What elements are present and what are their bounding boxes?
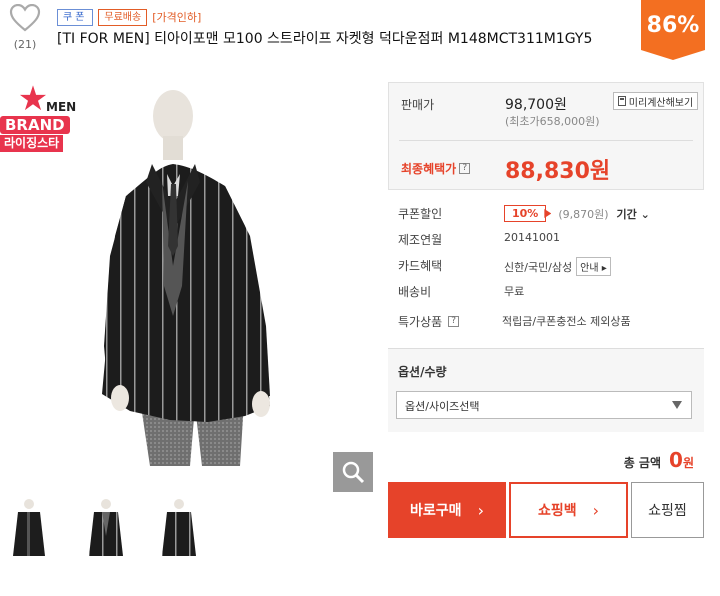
calculator-icon <box>617 96 626 106</box>
card-benefit-row: 카드혜택 신한/국민/삼성 안내 ▸ <box>388 254 704 276</box>
shipping-value: 무료 <box>504 285 525 298</box>
wish-count: (21) <box>13 38 37 51</box>
final-price-label: 최종혜택가 <box>401 162 457 176</box>
coupon-rate: 10% <box>504 205 547 222</box>
thumbnail-3[interactable] <box>155 496 205 566</box>
original-price: (최초가658,000원) <box>505 115 600 128</box>
wishlist-toggle[interactable]: (21) <box>6 4 44 51</box>
total-amount: 총 금액 0원 <box>388 448 694 472</box>
purchase-buttons: 바로구매 › 쇼핑백 › 쇼핑찜 <box>388 482 704 538</box>
divider <box>399 140 693 141</box>
wishlist-label: 쇼핑찜 <box>648 503 687 519</box>
coupon-label: 쿠폰할인 <box>398 207 443 221</box>
sale-price-label: 판매가 <box>401 98 435 112</box>
brand-logo-text: MEN <box>46 100 77 114</box>
option-box: 옵션/수량 옵션/사이즈선택 <box>388 348 704 432</box>
product-info-panel: 판매가 98,700원 (최초가658,000원) 미리계산해보기 최종혜택가 … <box>388 82 704 538</box>
price-calculator-button[interactable]: 미리계산해보기 <box>613 92 698 110</box>
brand-badge-en: BRAND <box>0 116 70 134</box>
wishlist-button[interactable]: 쇼핑찜 <box>631 482 704 538</box>
question-icon[interactable]: ? <box>448 316 460 327</box>
shipping-label: 배송비 <box>398 285 432 299</box>
total-value: 0 <box>669 448 683 472</box>
coupon-amount: (9,870원) <box>558 207 609 221</box>
shopping-bag-label: 쇼핑백 <box>537 503 577 519</box>
chevron-right-icon: › <box>592 500 600 520</box>
chevron-right-icon: › <box>477 500 484 520</box>
product-title: [TI FOR MEN] 티아이포맨 모100 스트라이프 자켓형 덕다운점퍼 … <box>57 31 593 47</box>
made-date-value: 20141001 <box>504 231 560 244</box>
coupon-row: 쿠폰할인 10% (9,870원) 기간 ⌄ <box>388 202 704 222</box>
question-icon[interactable]: ? <box>459 163 471 174</box>
discount-flag: 86% <box>641 0 705 60</box>
coupon-period-toggle[interactable]: 기간 ⌄ <box>617 206 650 222</box>
price-box: 판매가 98,700원 (최초가658,000원) 미리계산해보기 최종혜택가 … <box>388 82 704 190</box>
thumbnail-list <box>0 496 210 566</box>
heart-icon <box>9 4 41 32</box>
total-unit: 원 <box>682 456 694 470</box>
zoom-icon <box>342 461 365 484</box>
total-label: 총 금액 <box>623 456 662 470</box>
card-benefit-value: 신한/국민/삼성 <box>504 260 573 274</box>
sale-price: 98,700원 <box>505 97 567 113</box>
product-photo <box>102 90 270 466</box>
coupon-badge: 쿠폰 <box>57 9 94 26</box>
card-info-button[interactable]: 안내 ▸ <box>576 257 611 276</box>
made-date-label: 제조연월 <box>398 233 443 247</box>
option-size-select[interactable]: 옵션/사이즈선택 <box>396 391 692 419</box>
price-calculator-label: 미리계산해보기 <box>628 97 694 109</box>
final-price: 88,830원 <box>505 159 611 184</box>
chevron-right-icon: ▸ <box>598 263 607 274</box>
special-label: 특가상품 <box>398 315 443 329</box>
card-info-label: 안내 <box>580 263 599 274</box>
final-price-label-wrap: 최종혜택가 ? <box>401 160 471 177</box>
price-down-badge: [가격인하] <box>152 11 202 24</box>
brand-badge-kr: 라이징스타 <box>0 135 64 152</box>
option-select-value: 옵션/사이즈선택 <box>405 400 480 413</box>
thumbnail-1[interactable] <box>5 496 55 566</box>
special-row: 특가상품 ? 적립금/쿠폰충전소 제외상품 <box>388 310 704 330</box>
buy-now-label: 바로구매 <box>410 503 462 519</box>
dropdown-arrow-icon <box>672 401 682 409</box>
chevron-down-icon: ⌄ <box>636 207 650 221</box>
made-date-row: 제조연월 20141001 <box>388 228 704 248</box>
shopping-bag-button[interactable]: 쇼핑백 › <box>509 482 628 538</box>
shipping-row: 배송비 무료 <box>388 280 704 300</box>
option-title: 옵션/수량 <box>398 365 447 379</box>
product-badges: 쿠폰 무료배송 [가격인하] <box>57 9 201 26</box>
buy-now-button[interactable]: 바로구매 › <box>388 482 506 538</box>
card-benefit-label: 카드혜택 <box>398 259 443 273</box>
zoom-button[interactable] <box>333 452 373 492</box>
product-main-image <box>30 86 360 466</box>
brand-rising-star-badge: ★ BRAND 라이징스타 <box>0 82 76 152</box>
thumbnail-2[interactable] <box>82 496 132 566</box>
free-shipping-badge: 무료배송 <box>98 9 148 26</box>
special-value: 적립금/쿠폰충전소 제외상품 <box>502 315 631 328</box>
coupon-period-label: 기간 <box>616 207 637 221</box>
